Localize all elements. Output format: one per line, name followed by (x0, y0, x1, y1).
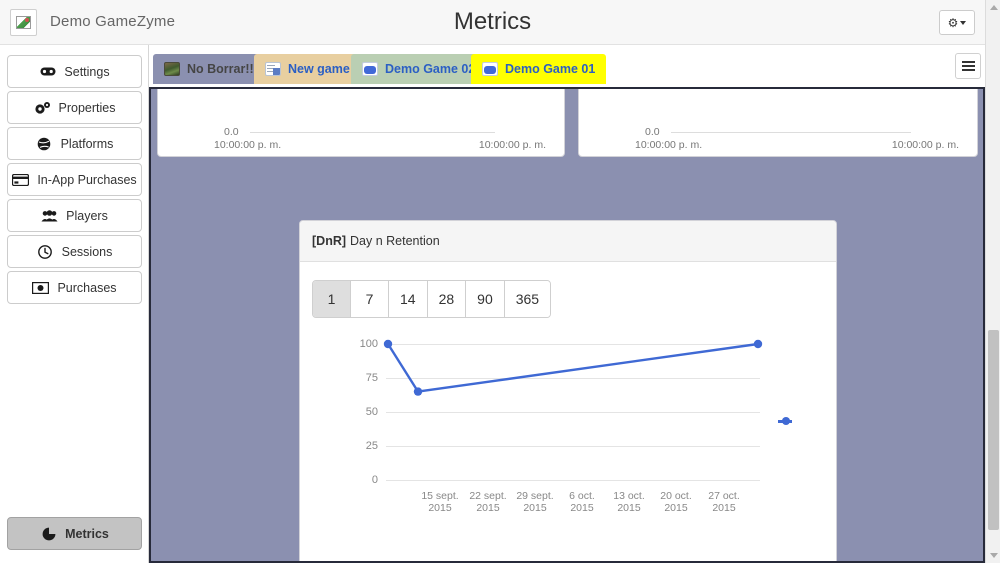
sidebar: Settings Properties Platforms In-App Pur… (0, 45, 149, 563)
card-title-tag: [DnR] (312, 234, 347, 248)
tab-demo-game-02[interactable]: Demo Game 02 (351, 54, 487, 84)
gear-icon: ⚙ (947, 15, 959, 30)
legend-marker-dot (782, 417, 790, 425)
sidebar-item-players[interactable]: Players (7, 199, 142, 232)
page-title: Metrics (453, 8, 532, 35)
card-title: Day n Retention (350, 234, 440, 248)
gamepad-thumbnail-icon (362, 62, 378, 76)
x-tick-label: 6 oct. 2015 (569, 490, 595, 514)
sidebar-item-sessions[interactable]: Sessions (7, 235, 142, 268)
axis-time-left: 10:00:00 p. m. (635, 139, 703, 151)
sidebar-item-label: Players (66, 208, 108, 223)
scroll-down-arrow-icon[interactable] (990, 553, 998, 558)
page-scrollbar[interactable] (985, 0, 1000, 563)
application-window: Demo GameZyme Metrics ⚙ Settings Propert… (0, 0, 1000, 563)
range-button-1[interactable]: 1 (313, 281, 351, 317)
x-tick-label: 15 sept. 2015 (421, 490, 459, 514)
y-tick-label: 0 (371, 474, 378, 486)
tab-label: Demo Game 01 (505, 62, 596, 76)
game-tab-strip: No Borrar!!! New game Demo Game 02 Demo … (149, 45, 985, 87)
range-button-7[interactable]: 7 (351, 281, 389, 317)
main-content: No Borrar!!! New game Demo Game 02 Demo … (149, 45, 985, 563)
sidebar-item-label: Metrics (65, 526, 109, 541)
range-button-90[interactable]: 90 (466, 281, 505, 317)
y-tick-label: 100 (359, 338, 378, 350)
sidebar-item-label: Platforms (60, 136, 114, 151)
sidebar-item-in-app-purchases[interactable]: In-App Purchases (7, 163, 142, 196)
x-tick-label: 13 oct. 2015 (613, 490, 645, 514)
sidebar-item-purchases[interactable]: Purchases (7, 271, 142, 304)
axis-value: 0.0 (224, 126, 239, 138)
y-tick-label: 25 (365, 440, 378, 452)
tab-label: Demo Game 02 (385, 62, 476, 76)
range-button-28[interactable]: 28 (427, 281, 467, 317)
card-body: 1 7 14 28 90 365 100 75 50 25 0 15 sept.… (300, 262, 838, 561)
gamepad-thumbnail-icon (482, 62, 498, 76)
credit-card-icon (12, 173, 30, 187)
x-tick-label: 22 sept. 2015 (469, 490, 507, 514)
x-tick-label: 27 oct. 2015 (708, 490, 740, 514)
document-thumbnail-icon (265, 62, 281, 76)
sidebar-item-platforms[interactable]: Platforms (7, 127, 142, 160)
axis-gridline (671, 132, 911, 133)
data-point (413, 387, 423, 396)
tab-new-game[interactable]: New game (254, 54, 361, 84)
sidebar-item-metrics[interactable]: Metrics (7, 517, 142, 550)
x-tick-label: 29 sept. 2015 (516, 490, 554, 514)
retention-line-chart: 100 75 50 25 0 15 sept. 2015 22 sept. 20… (300, 332, 838, 561)
users-icon (41, 209, 58, 223)
hamburger-menu-icon[interactable] (955, 53, 981, 79)
sidebar-item-settings[interactable]: Settings (7, 55, 142, 88)
x-tick-label: 20 oct. 2015 (660, 490, 692, 514)
sidebar-item-label: Sessions (61, 244, 113, 259)
top-header-bar: Demo GameZyme Metrics ⚙ (0, 0, 985, 45)
data-point (383, 339, 393, 349)
tab-label: New game (288, 62, 350, 76)
range-button-14[interactable]: 14 (389, 281, 428, 317)
sidebar-item-label: In-App Purchases (37, 172, 137, 187)
chart-card-day-n-retention: [DnR] Day n Retention 1 7 14 28 90 365 1… (299, 220, 838, 561)
gamepad-icon (39, 65, 56, 79)
gears-icon (34, 101, 51, 115)
sidebar-item-properties[interactable]: Properties (7, 91, 142, 124)
photo-thumbnail-icon (164, 62, 180, 76)
y-tick-label: 75 (365, 372, 378, 384)
pie-chart-icon (40, 527, 57, 541)
tab-demo-game-01[interactable]: Demo Game 01 (471, 54, 607, 84)
axis-time-right: 10:00:00 p. m. (478, 139, 546, 151)
clock-icon (37, 244, 54, 259)
sidebar-item-label: Purchases (57, 280, 117, 295)
day-range-button-group: 1 7 14 28 90 365 (312, 280, 552, 318)
dashboard-viewport[interactable]: 0.0 10:00:00 p. m. 10:00:00 p. m. 0.0 10… (149, 87, 985, 563)
axis-time-right: 10:00:00 p. m. (891, 139, 959, 151)
tab-no-borrar[interactable]: No Borrar!!! (153, 54, 269, 84)
sidebar-item-label: Settings (64, 64, 110, 79)
sidebar-item-label: Properties (58, 100, 116, 115)
retention-series-line (383, 339, 763, 396)
scroll-up-arrow-icon[interactable] (990, 5, 998, 10)
y-tick-label: 50 (365, 406, 378, 418)
axis-gridline (250, 132, 495, 133)
tab-label: No Borrar!!! (187, 62, 258, 76)
axis-value: 0.0 (645, 126, 660, 138)
money-icon (32, 281, 50, 295)
chart-card-top-left: 0.0 10:00:00 p. m. 10:00:00 p. m. (157, 89, 565, 157)
chart-card-top-right: 0.0 10:00:00 p. m. 10:00:00 p. m. (578, 89, 978, 157)
settings-dropdown-button[interactable]: ⚙ (939, 10, 975, 35)
card-header: [DnR] Day n Retention (300, 221, 836, 262)
chart-plot-area: 100 75 50 25 0 15 sept. 2015 22 sept. 20… (360, 338, 763, 514)
data-point (753, 339, 763, 349)
range-button-365[interactable]: 365 (504, 281, 551, 317)
chevron-down-icon (960, 20, 967, 25)
globe-icon (36, 137, 53, 151)
axis-time-left: 10:00:00 p. m. (214, 139, 282, 151)
scrollbar-thumb[interactable] (988, 330, 999, 530)
